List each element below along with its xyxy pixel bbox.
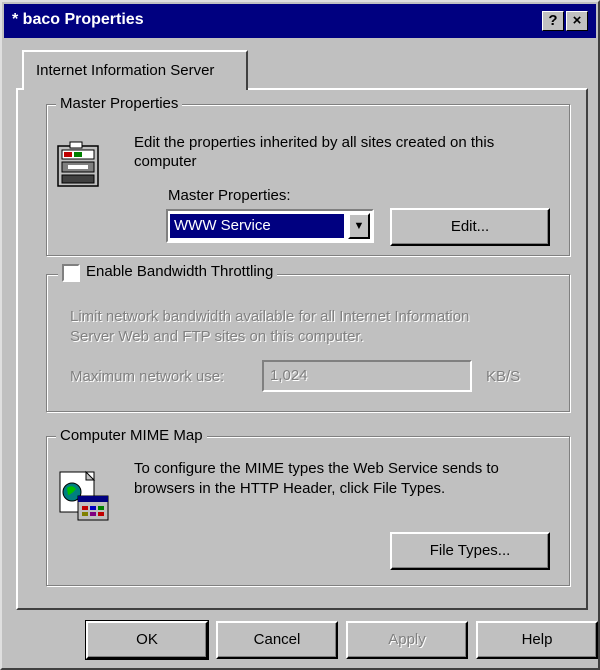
mime-desc-line1: To configure the MIME types the Web Serv… bbox=[134, 460, 499, 477]
edit-button-label: Edit... bbox=[450, 218, 490, 235]
mime-map-icon bbox=[59, 470, 109, 521]
select-value: WWW Service bbox=[170, 214, 344, 238]
master-properties-select[interactable]: WWW Service ▼ bbox=[166, 209, 374, 243]
close-button[interactable]: × bbox=[566, 11, 588, 31]
edit-button[interactable]: Edit... bbox=[390, 208, 550, 246]
max-network-use-input[interactable]: 1,024 bbox=[262, 360, 472, 392]
apply-button[interactable]: Apply bbox=[346, 621, 468, 659]
throttle-desc-line1: Limit network bandwidth available for al… bbox=[70, 308, 470, 325]
max-network-use-label: Maximum network use: bbox=[70, 368, 225, 385]
help-button[interactable]: Help bbox=[476, 621, 598, 659]
max-network-use-value: 1,024 bbox=[270, 367, 308, 384]
chevron-down-icon[interactable]: ▼ bbox=[348, 213, 370, 239]
file-types-button[interactable]: File Types... bbox=[390, 532, 550, 570]
tab-internet-information-server[interactable]: Internet Information Server bbox=[22, 50, 248, 90]
tab-label: Internet Information Server bbox=[36, 62, 215, 79]
cancel-button-label: Cancel bbox=[253, 631, 301, 648]
mime-map-legend: Computer MIME Map bbox=[56, 427, 207, 444]
ok-button-label: OK bbox=[136, 631, 158, 648]
cancel-button[interactable]: Cancel bbox=[216, 621, 338, 659]
master-properties-legend: Master Properties bbox=[56, 95, 183, 112]
help-button-label: Help bbox=[521, 631, 553, 648]
apply-button-label: Apply bbox=[388, 631, 426, 648]
throttling-legend: Enable Bandwidth Throttling bbox=[58, 263, 278, 280]
unit-label: KB/S bbox=[486, 368, 521, 385]
master-desc-line1: Edit the properties inherited by all sit… bbox=[134, 134, 495, 151]
ok-button[interactable]: OK bbox=[85, 620, 209, 660]
throttling-checkbox[interactable] bbox=[62, 264, 80, 282]
title-bar[interactable]: * baco Properties ? × bbox=[4, 4, 596, 38]
master-desc-line2: computer bbox=[134, 153, 197, 170]
file-types-button-label: File Types... bbox=[429, 542, 511, 559]
throttle-desc-line2: Server Web and FTP sites on this compute… bbox=[70, 328, 364, 345]
properties-dialog: * baco Properties ? × Internet Informati… bbox=[0, 0, 600, 670]
throttling-checkbox-label[interactable]: Enable Bandwidth Throttling bbox=[86, 263, 273, 280]
window-title: * baco Properties bbox=[12, 11, 144, 28]
server-computer-icon bbox=[57, 141, 99, 187]
help-title-button[interactable]: ? bbox=[542, 11, 564, 31]
master-properties-select-label: Master Properties: bbox=[168, 187, 291, 204]
mime-desc-line2: browsers in the HTTP Header, click File … bbox=[134, 480, 446, 497]
